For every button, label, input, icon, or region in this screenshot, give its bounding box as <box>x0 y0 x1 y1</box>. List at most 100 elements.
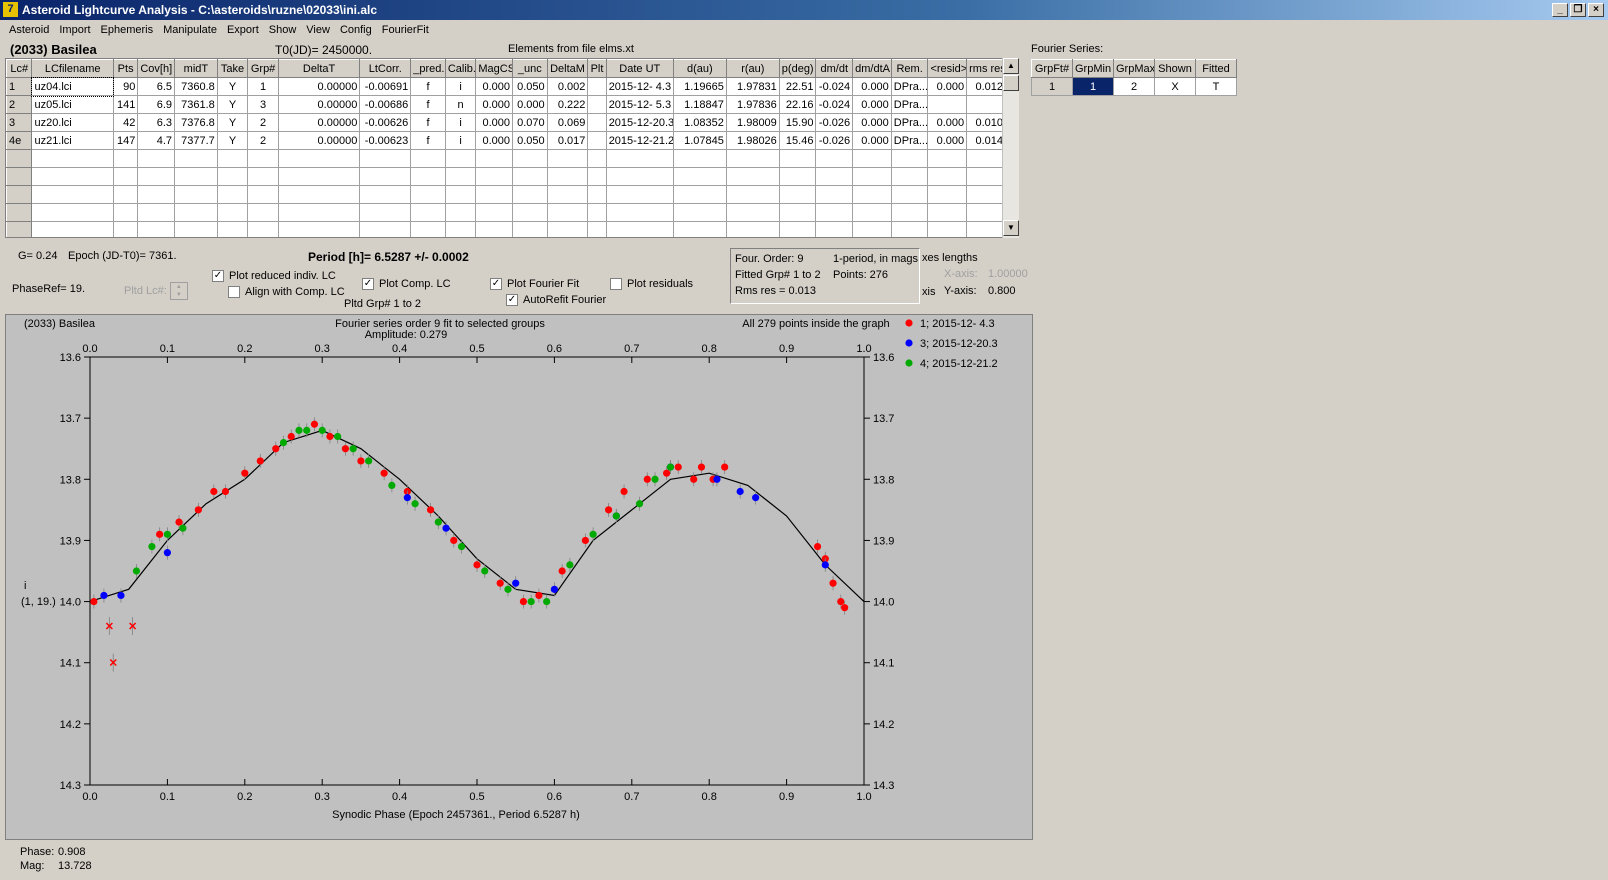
table-cell[interactable]: 0.000 <box>512 95 548 114</box>
lc-col-header[interactable]: Calib. <box>444 59 477 78</box>
table-cell[interactable] <box>31 185 114 204</box>
table-cell[interactable]: 22.51 <box>778 77 817 96</box>
table-cell[interactable]: uz20.lci <box>31 113 114 132</box>
table-cell[interactable]: n <box>444 95 477 114</box>
table-cell[interactable] <box>927 167 968 186</box>
empty-table-row[interactable] <box>6 167 1004 186</box>
lc-col-header[interactable]: Pts <box>112 59 139 78</box>
fs-cell-grpmin[interactable]: 1 <box>1072 77 1114 96</box>
table-cell[interactable]: 0.000 <box>852 95 892 114</box>
lc-col-header[interactable]: MagCS <box>475 59 514 78</box>
table-cell[interactable]: 0.00000 <box>277 113 361 132</box>
table-cell[interactable] <box>512 203 548 222</box>
table-cell[interactable] <box>247 149 279 168</box>
table-cell[interactable] <box>112 203 139 222</box>
table-cell[interactable] <box>672 185 727 204</box>
fs-col-grpft[interactable]: GrpFt# <box>1031 59 1073 78</box>
table-cell[interactable] <box>815 167 854 186</box>
table-cell[interactable] <box>587 167 607 186</box>
table-cell[interactable]: i <box>444 77 477 96</box>
lc-col-header[interactable]: _unc <box>512 59 548 78</box>
table-cell[interactable] <box>137 221 175 237</box>
table-cell[interactable] <box>247 167 279 186</box>
table-cell[interactable] <box>852 149 892 168</box>
table-cell[interactable] <box>852 221 892 237</box>
table-cell[interactable]: 15.46 <box>778 131 817 150</box>
lc-col-header[interactable]: Lc# <box>6 59 33 78</box>
lc-col-header[interactable]: Cov[h] <box>137 59 175 78</box>
table-cell[interactable] <box>512 167 548 186</box>
table-scrollbar[interactable]: ▲ ▼ <box>1002 58 1019 238</box>
lc-col-header[interactable]: LtCorr. <box>359 59 412 78</box>
table-cell[interactable] <box>890 221 929 237</box>
table-cell[interactable] <box>815 149 854 168</box>
table-cell[interactable] <box>216 203 249 222</box>
plot-residuals-checkbox[interactable]: Plot residuals <box>610 278 693 291</box>
table-cell[interactable] <box>444 185 477 204</box>
table-cell[interactable] <box>410 185 446 204</box>
table-cell[interactable]: 22.16 <box>778 95 817 114</box>
table-cell[interactable]: 1.98009 <box>725 113 780 132</box>
table-cell[interactable] <box>277 203 361 222</box>
table-cell[interactable] <box>725 167 780 186</box>
table-cell[interactable]: 7377.7 <box>174 131 218 150</box>
table-cell[interactable] <box>725 221 780 237</box>
lc-col-header[interactable]: d(au) <box>672 59 727 78</box>
table-cell[interactable] <box>31 203 114 222</box>
row-header[interactable] <box>6 149 33 168</box>
table-cell[interactable]: -0.00686 <box>359 95 412 114</box>
lc-col-header[interactable]: <resid> <box>927 59 968 78</box>
menu-asteroid[interactable]: Asteroid <box>4 22 54 40</box>
menu-ephemeris[interactable]: Ephemeris <box>96 22 159 40</box>
plot-reduced-checkbox[interactable]: ✓ Plot reduced indiv. LC <box>212 270 336 283</box>
table-cell[interactable]: 0.014 <box>966 131 1004 150</box>
lc-col-header[interactable]: DeltaT <box>277 59 361 78</box>
table-cell[interactable] <box>966 185 1004 204</box>
table-cell[interactable] <box>890 167 929 186</box>
table-cell[interactable] <box>247 221 279 237</box>
table-cell[interactable] <box>112 149 139 168</box>
row-header[interactable] <box>6 185 33 204</box>
table-cell[interactable] <box>890 203 929 222</box>
table-cell[interactable] <box>605 167 674 186</box>
table-cell[interactable]: 15.90 <box>778 113 817 132</box>
menu-config[interactable]: Config <box>335 22 377 40</box>
table-cell[interactable] <box>587 113 607 132</box>
table-cell[interactable]: uz04.lci <box>30 76 115 97</box>
table-cell[interactable] <box>605 221 674 237</box>
table-cell[interactable]: i <box>444 113 477 132</box>
table-cell[interactable]: 0.00000 <box>277 131 361 150</box>
table-cell[interactable]: i <box>444 131 477 150</box>
table-cell[interactable]: -0.00626 <box>359 113 412 132</box>
checkbox-checked-icon[interactable]: ✓ <box>362 278 374 291</box>
table-cell[interactable] <box>247 185 279 204</box>
table-cell[interactable] <box>587 185 607 204</box>
table-cell[interactable]: 6.9 <box>137 95 175 114</box>
table-row[interactable]: 2 uz05.lci 141 6.9 7361.8 Y 3 0.00000 -0.00686 f n… <box>6 95 1004 114</box>
table-cell[interactable] <box>512 221 548 237</box>
table-cell[interactable]: 7361.8 <box>174 95 218 114</box>
table-cell[interactable] <box>605 185 674 204</box>
table-cell[interactable] <box>410 203 446 222</box>
table-cell[interactable] <box>174 221 218 237</box>
table-cell[interactable] <box>112 167 139 186</box>
minimize-button[interactable]: _ <box>1552 3 1568 17</box>
table-cell[interactable] <box>137 149 175 168</box>
table-cell[interactable] <box>546 203 589 222</box>
table-cell[interactable] <box>512 185 548 204</box>
lc-col-header[interactable]: p(deg) <box>778 59 817 78</box>
table-cell[interactable]: f <box>410 77 446 96</box>
table-cell[interactable] <box>359 221 412 237</box>
fs-col-shown[interactable]: Shown <box>1154 59 1196 78</box>
table-cell[interactable] <box>410 221 446 237</box>
table-cell[interactable] <box>359 185 412 204</box>
menu-import[interactable]: Import <box>54 22 95 40</box>
table-cell[interactable] <box>587 131 607 150</box>
table-cell[interactable] <box>815 203 854 222</box>
table-cell[interactable]: 42 <box>112 113 139 132</box>
autorefit-checkbox[interactable]: ✓ AutoRefit Fourier <box>506 294 606 307</box>
table-cell[interactable]: 0.002 <box>546 77 589 96</box>
table-cell[interactable] <box>216 221 249 237</box>
fs-row[interactable]: 1 1 2 X T <box>1031 77 1237 96</box>
lc-col-header[interactable]: LCfilename <box>31 59 114 78</box>
